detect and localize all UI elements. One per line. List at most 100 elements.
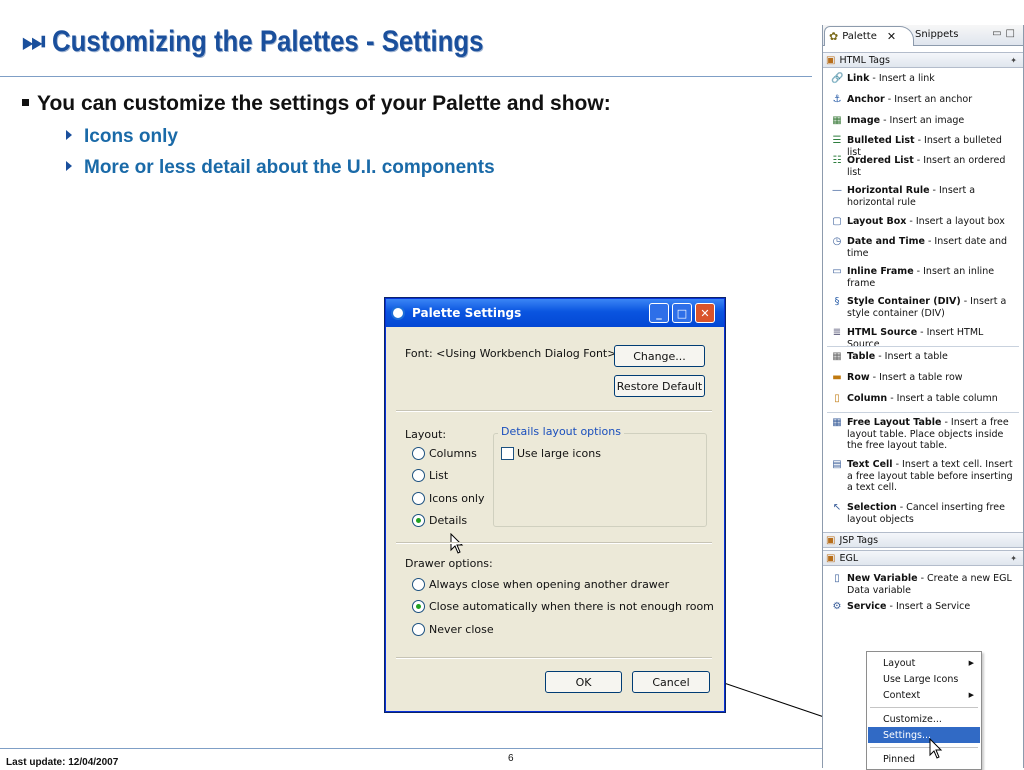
palette-item-name: Layout Box bbox=[847, 216, 907, 227]
menu-item-context-label: Context bbox=[883, 689, 921, 701]
table-icon: ▦ bbox=[832, 351, 842, 362]
mouse-cursor-icon bbox=[929, 738, 943, 759]
close-tab-icon[interactable]: ✕ bbox=[887, 30, 896, 43]
horizontal-rule-icon: — bbox=[832, 185, 842, 196]
menu-item-customize[interactable]: Customize... bbox=[868, 711, 980, 727]
radio-never-close[interactable] bbox=[412, 623, 425, 636]
palette-item-description: - Insert a link bbox=[869, 73, 935, 84]
radio-always-close[interactable] bbox=[412, 578, 425, 591]
palette-item-text: New Variable - Create a new EGL Data var… bbox=[847, 573, 1017, 596]
palette-item-text: Table - Insert a table bbox=[847, 351, 1017, 363]
palette-item-text: Layout Box - Insert a layout box bbox=[847, 216, 1017, 228]
palette-item-text: Selection - Cancel inserting free layout… bbox=[847, 502, 1017, 525]
ok-button[interactable]: OK bbox=[545, 671, 622, 693]
palette-item-description: - Insert a table row bbox=[869, 372, 963, 383]
separator bbox=[396, 410, 712, 412]
palette-item-text: Image - Insert an image bbox=[847, 115, 1017, 127]
radio-columns[interactable] bbox=[412, 447, 425, 460]
column-icon: ▯ bbox=[834, 393, 840, 404]
palette-item-name: Service bbox=[847, 601, 887, 612]
palette-item-name: Link bbox=[847, 73, 870, 84]
submenu-arrow-icon: ▶ bbox=[968, 659, 974, 667]
use-large-icons-checkbox[interactable] bbox=[501, 447, 514, 460]
menu-item-use-large-icons-label: Use Large Icons bbox=[883, 673, 959, 685]
drawer-options-label: Drawer options: bbox=[405, 557, 493, 570]
selection-icon: ↖ bbox=[832, 502, 842, 513]
menu-item-context[interactable]: Context ▶ bbox=[868, 687, 980, 703]
menu-item-settings-label: Settings... bbox=[883, 729, 932, 741]
palette-item-name: HTML Source bbox=[847, 327, 918, 338]
palette-item-text: Service - Insert a Service bbox=[847, 601, 1017, 613]
menu-item-settings[interactable]: Settings... bbox=[868, 727, 980, 743]
separator bbox=[396, 542, 712, 544]
restore-default-button[interactable]: Restore Default bbox=[614, 375, 705, 397]
change-font-button[interactable]: Change... bbox=[614, 345, 705, 367]
details-group-label: Details layout options bbox=[498, 425, 624, 438]
use-large-icons-label: Use large icons bbox=[517, 447, 601, 460]
pin-icon[interactable]: ✦ bbox=[1010, 56, 1017, 65]
radio-always-close-label: Always close when opening another drawer bbox=[429, 578, 670, 591]
radio-columns-label: Columns bbox=[429, 447, 477, 460]
minimize-button[interactable]: _ bbox=[649, 303, 669, 323]
maximize-button[interactable]: □ bbox=[672, 303, 692, 323]
radio-icons-only[interactable] bbox=[412, 492, 425, 505]
radio-close-automatically[interactable] bbox=[412, 600, 425, 613]
palette-item-text: Ordered List - Insert an ordered list bbox=[847, 155, 1017, 178]
drawer-html-tags-label: HTML Tags bbox=[839, 54, 890, 66]
radio-list[interactable] bbox=[412, 469, 425, 482]
palette-separator bbox=[827, 412, 1019, 413]
palette-item-name: Anchor bbox=[847, 94, 885, 105]
palette-item-name: Text Cell bbox=[847, 459, 893, 470]
folder-icon: ▣ bbox=[826, 534, 836, 546]
menu-item-use-large-icons[interactable]: Use Large Icons bbox=[868, 671, 980, 687]
bulleted-list-icon: ☰ bbox=[832, 135, 842, 146]
palette-item-name: Column bbox=[847, 393, 888, 404]
tab-palette[interactable]: ✿ Palette ✕ bbox=[824, 26, 914, 46]
palette-item-name: Ordered List bbox=[847, 155, 914, 166]
image-icon: ▦ bbox=[832, 115, 842, 126]
menu-item-customize-label: Customize... bbox=[883, 713, 942, 725]
radio-details[interactable] bbox=[412, 514, 425, 527]
drawer-egl-label: EGL bbox=[839, 552, 859, 564]
palette-item-description: - Insert a Service bbox=[886, 601, 971, 612]
tab-snippets[interactable]: Snippets bbox=[915, 29, 958, 40]
radio-never-close-label: Never close bbox=[429, 623, 494, 636]
palette-item-text: Date and Time - Insert date and time bbox=[847, 236, 1017, 259]
drawer-egl[interactable]: ▣ EGL ✦ bbox=[823, 550, 1023, 566]
tab-palette-label: Palette bbox=[842, 31, 877, 42]
layout-label: Layout: bbox=[405, 428, 447, 441]
palette-item-name: Horizontal Rule bbox=[847, 185, 930, 196]
palette-context-menu: Layout ▶ Use Large Icons Context ▶ Custo… bbox=[866, 651, 982, 770]
menu-item-pinned[interactable]: Pinned bbox=[868, 751, 980, 767]
cancel-button[interactable]: Cancel bbox=[632, 671, 710, 693]
separator bbox=[396, 657, 712, 659]
ordered-list-icon: ☷ bbox=[832, 155, 842, 166]
palette-item-text: Text Cell - Insert a text cell. Insert a… bbox=[847, 459, 1017, 494]
palette-item-name: Date and Time bbox=[847, 236, 925, 247]
html-source-icon: ≣ bbox=[832, 327, 842, 338]
drawer-jsp-tags-label: JSP Tags bbox=[839, 534, 879, 546]
palette-item-description: - Insert a layout box bbox=[906, 216, 1005, 227]
menu-item-layout[interactable]: Layout ▶ bbox=[868, 655, 980, 671]
close-button[interactable]: ✕ bbox=[695, 303, 715, 323]
palette-item-text: Horizontal Rule - Insert a horizontal ru… bbox=[847, 185, 1017, 208]
drawer-html-tags[interactable]: ▣ HTML Tags ✦ bbox=[823, 52, 1023, 68]
palette-item-name: Free Layout Table bbox=[847, 417, 942, 428]
row-icon: ▬ bbox=[832, 372, 842, 383]
mouse-cursor-icon bbox=[450, 533, 464, 554]
palette-settings-dialog: Palette Settings _ □ ✕ Font: <Using Work… bbox=[385, 298, 725, 712]
radio-icons-only-label: Icons only bbox=[429, 492, 485, 505]
date-time-icon: ◷ bbox=[832, 236, 842, 247]
menu-separator bbox=[870, 707, 978, 708]
palette-item-name: Style Container (DIV) bbox=[847, 296, 961, 307]
pin-icon[interactable]: ✦ bbox=[1010, 554, 1017, 563]
drawer-jsp-tags[interactable]: ▣ JSP Tags bbox=[823, 532, 1023, 548]
view-minimize-maximize-icon[interactable]: ▭□ bbox=[992, 28, 1019, 39]
palette-item-text: Link - Insert a link bbox=[847, 73, 1017, 85]
palette-item-name: Row bbox=[847, 372, 870, 383]
palette-item-name: Inline Frame bbox=[847, 266, 914, 277]
palette-item-description: - Insert a table column bbox=[887, 393, 998, 404]
dialog-titlebar[interactable]: Palette Settings _ □ ✕ bbox=[386, 299, 724, 327]
menu-separator bbox=[870, 747, 978, 748]
palette-item-name: Selection bbox=[847, 502, 897, 513]
